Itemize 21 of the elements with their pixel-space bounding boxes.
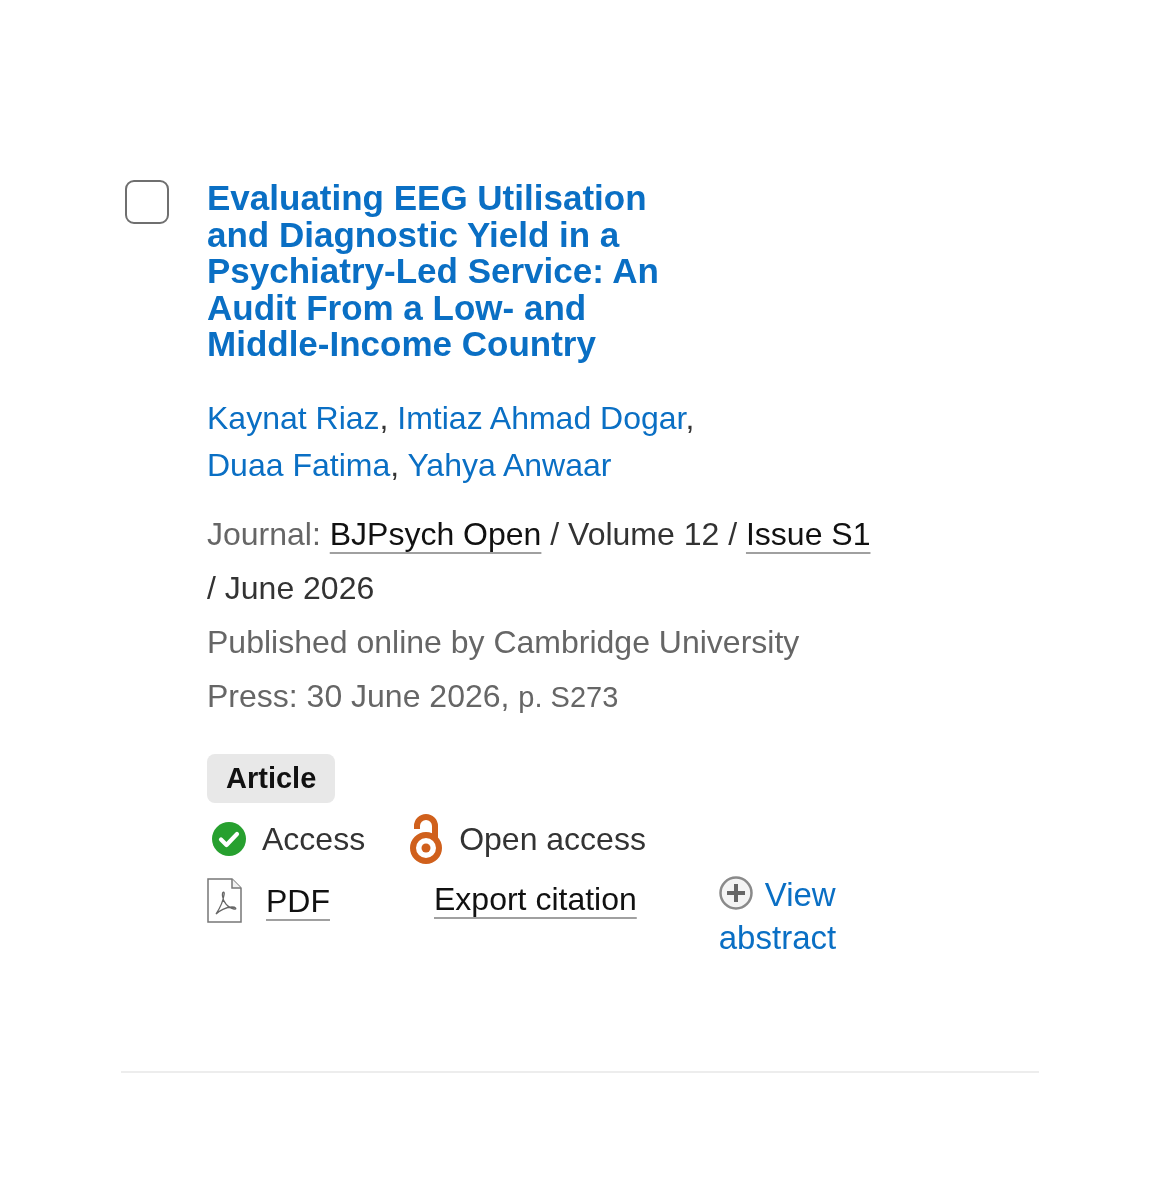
open-access-label: Open access — [459, 819, 646, 859]
plus-circle-icon — [718, 875, 753, 910]
check-circle-icon — [212, 821, 246, 856]
article-title-link[interactable]: Evaluating EEG Utilisation and Diagnostic Yield in a Psychiatry-Led Service: An Audit From a Low- and Middle-Income Country — [207, 180, 687, 363]
view-abstract-button[interactable]: View abstract — [718, 872, 864, 959]
author-link[interactable]: Duaa Fatima — [207, 446, 391, 483]
select-checkbox[interactable] — [125, 180, 169, 224]
journal-link[interactable]: Issue S1 — [745, 515, 871, 552]
publication-info: Published online by Cambridge University Press: 30 June 2026, p. S273 — [207, 622, 801, 716]
author-list: Kaynat Riaz, Imtiaz Ahmad Dogar, Duaa Fatima, Yahya Anwaar — [207, 394, 857, 489]
open-lock-icon — [409, 812, 444, 865]
author-link[interactable]: Yahya Anwaar — [407, 446, 612, 483]
journal-link[interactable]: BJPsych Open — [329, 515, 542, 552]
journal-info: Journal: BJPsych Open / Volume 12 / Issue S1 / June 2026 — [207, 514, 872, 608]
pdf-link[interactable]: PDF — [207, 876, 330, 925]
access-label: Access — [262, 819, 366, 859]
export-citation-link[interactable]: Export citation — [434, 878, 637, 919]
article-type-tag: Article — [207, 753, 336, 803]
author-link[interactable]: Imtiaz Ahmad Dogar — [397, 399, 686, 436]
pdf-file-icon — [207, 878, 242, 923]
author-link[interactable]: Kaynat Riaz — [207, 399, 380, 436]
